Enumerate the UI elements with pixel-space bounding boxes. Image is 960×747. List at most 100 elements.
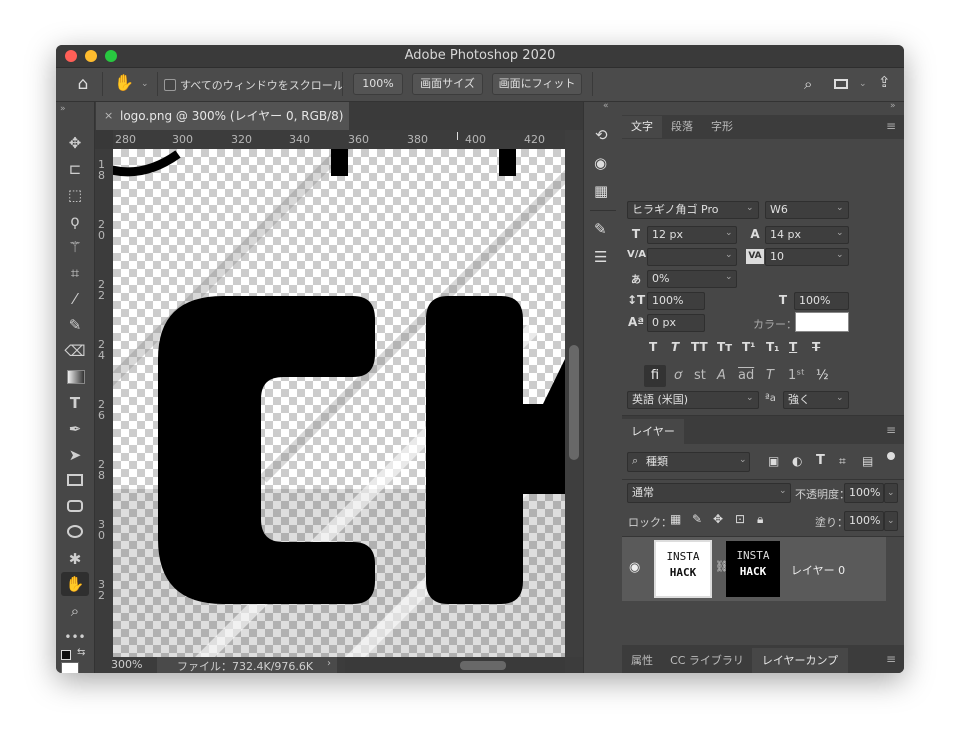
move-tool-icon[interactable]: ✥: [60, 132, 90, 154]
hand-tool-preset-icon[interactable]: ✋: [114, 73, 134, 92]
document-tab[interactable]: × logo.png @ 300% (レイヤー 0, RGB/8) *: [96, 102, 349, 151]
underline-icon[interactable]: T: [789, 340, 797, 354]
layer-row[interactable]: ◉ INSTA HACK ⛓ INSTA HACK レイヤー 0: [622, 537, 886, 601]
faux-bold-icon[interactable]: T: [649, 340, 657, 354]
faux-italic-icon[interactable]: T: [671, 340, 679, 354]
ligatures-icon[interactable]: fi: [644, 365, 666, 387]
brush-tool-icon[interactable]: ✎: [60, 314, 90, 336]
fit-screen-button[interactable]: 画面サイズ: [412, 73, 483, 95]
panel-menu-icon[interactable]: ≡: [886, 652, 896, 666]
small-caps-icon[interactable]: Tт: [717, 340, 732, 354]
collapse-icon[interactable]: «: [603, 101, 609, 111]
chevron-down-icon[interactable]: ⌄: [141, 79, 149, 89]
custom-shape-tool-icon[interactable]: ✱: [60, 548, 90, 570]
chevron-down-icon[interactable]: ⌄: [725, 250, 733, 260]
fill-screen-button[interactable]: 画面にフィット: [492, 73, 582, 95]
horizontal-scroll-thumb[interactable]: [460, 661, 506, 670]
zoom-100-button[interactable]: 100%: [353, 73, 403, 95]
baseline-shift-field[interactable]: 0 px: [647, 314, 705, 332]
pen-tool-icon[interactable]: ✒: [60, 418, 90, 440]
layer-thumbnail[interactable]: INSTA HACK: [654, 540, 712, 598]
chevron-right-icon[interactable]: ›: [327, 658, 331, 669]
tab-cc-libraries[interactable]: CC ライブラリ: [662, 648, 752, 673]
font-size-field[interactable]: 12 px: [647, 226, 737, 244]
chevron-down-icon[interactable]: ⌄: [836, 228, 844, 238]
swash-icon[interactable]: st: [694, 368, 706, 383]
lock-image-icon[interactable]: ✎: [692, 512, 702, 526]
chevron-down-icon[interactable]: ⌄: [725, 228, 733, 238]
chevron-down-icon[interactable]: ⌄: [779, 486, 787, 496]
type-tool-icon[interactable]: T: [60, 392, 90, 414]
layer-mask-thumbnail[interactable]: INSTA HACK: [726, 541, 780, 597]
rounded-rectangle-tool-icon[interactable]: [67, 500, 83, 512]
filter-smart-object-icon[interactable]: ▤: [862, 454, 873, 468]
layer-filter-select[interactable]: 種類: [627, 452, 750, 472]
text-color-swatch[interactable]: [795, 312, 849, 332]
strikethrough-icon[interactable]: T: [812, 340, 820, 354]
zoom-level[interactable]: 300%: [111, 658, 142, 671]
panel-menu-icon[interactable]: ≡: [886, 119, 896, 133]
lock-transparent-icon[interactable]: ▦: [670, 512, 681, 526]
stylistic-alternates-icon[interactable]: ad: [738, 368, 754, 383]
search-icon[interactable]: ⌕: [804, 75, 812, 93]
chevron-down-icon[interactable]: ⌄: [859, 79, 867, 89]
expand-icon[interactable]: »: [890, 101, 896, 111]
lock-artboard-icon[interactable]: ⊡: [735, 512, 745, 526]
opacity-field[interactable]: 100%: [844, 483, 884, 503]
fill-field[interactable]: 100%: [844, 511, 884, 531]
filter-adjustment-icon[interactable]: ◐: [792, 454, 802, 468]
chevron-down-icon[interactable]: ⌄: [746, 203, 754, 213]
panel-menu-icon[interactable]: ≡: [886, 423, 896, 437]
kerning-field[interactable]: [647, 248, 737, 266]
lock-position-icon[interactable]: ✥: [713, 512, 723, 526]
share-icon[interactable]: ⇪: [878, 73, 891, 91]
collapse-icon[interactable]: »: [60, 104, 66, 114]
old-style-icon[interactable]: ơ: [674, 368, 682, 383]
vertical-scale-field[interactable]: 100%: [647, 292, 705, 310]
vertical-scrollbar[interactable]: [565, 130, 583, 657]
tab-layers[interactable]: レイヤー: [622, 419, 684, 444]
eyedropper-tool-icon[interactable]: ⁄: [60, 288, 90, 310]
magic-wand-tool-icon[interactable]: ⚚: [60, 236, 90, 258]
workspace-icon[interactable]: [834, 79, 848, 89]
ordinal-st-icon[interactable]: 1ˢᵗ: [788, 368, 805, 383]
subscript-icon[interactable]: T₁: [766, 340, 779, 354]
gradient-tool-icon[interactable]: [67, 370, 85, 384]
chevron-down-icon[interactable]: ⌄: [836, 250, 844, 260]
vertical-scroll-thumb[interactable]: [569, 345, 579, 460]
fill-dropdown[interactable]: ⌄: [884, 511, 898, 531]
document-canvas[interactable]: [113, 149, 565, 657]
filter-type-icon[interactable]: T: [816, 453, 825, 468]
artboard-tool-icon[interactable]: ⊏: [60, 158, 90, 180]
layer-name[interactable]: レイヤー 0: [791, 562, 845, 578]
font-family-select[interactable]: ヒラギノ角ゴ Pro: [627, 201, 759, 219]
chevron-down-icon[interactable]: ⌄: [746, 393, 754, 403]
tsume-field[interactable]: 0%: [647, 270, 737, 288]
horizontal-scale-field[interactable]: 100%: [794, 292, 849, 310]
more-tools-icon[interactable]: •••: [60, 626, 90, 648]
filter-shape-icon[interactable]: ⌗: [839, 454, 846, 469]
swatches-icon[interactable]: ▦: [594, 182, 608, 200]
superscript-icon[interactable]: T¹: [742, 340, 755, 354]
tab-layer-comps[interactable]: レイヤーカンプ: [752, 648, 848, 673]
marquee-tool-icon[interactable]: ⬚: [60, 184, 90, 206]
history-icon[interactable]: ⟲: [595, 126, 608, 144]
language-select[interactable]: 英語 (米国): [627, 391, 759, 409]
default-colors-icon[interactable]: [61, 650, 71, 660]
tab-character[interactable]: 文字: [622, 116, 662, 138]
eraser-tool-icon[interactable]: ⌫: [60, 340, 90, 362]
brush-settings-icon[interactable]: ✎: [594, 220, 607, 238]
swap-colors-icon[interactable]: ⇆: [77, 647, 85, 658]
tab-glyphs[interactable]: 字形: [702, 116, 742, 138]
path-selection-tool-icon[interactable]: ➤: [60, 444, 90, 466]
hand-tool-icon[interactable]: ✋: [60, 573, 90, 595]
zoom-tool-icon[interactable]: ⌕: [60, 600, 90, 622]
color-palette-icon[interactable]: ◉: [594, 154, 607, 172]
horizontal-scrollbar[interactable]: [345, 657, 565, 673]
foreground-color-swatch[interactable]: [61, 662, 79, 673]
close-tab-icon[interactable]: ×: [104, 102, 113, 130]
adjustments-icon[interactable]: ☰: [594, 248, 607, 266]
chevron-down-icon[interactable]: ⌄: [739, 455, 747, 465]
blend-mode-select[interactable]: 通常: [627, 483, 791, 503]
home-icon[interactable]: ⌂: [72, 74, 94, 94]
